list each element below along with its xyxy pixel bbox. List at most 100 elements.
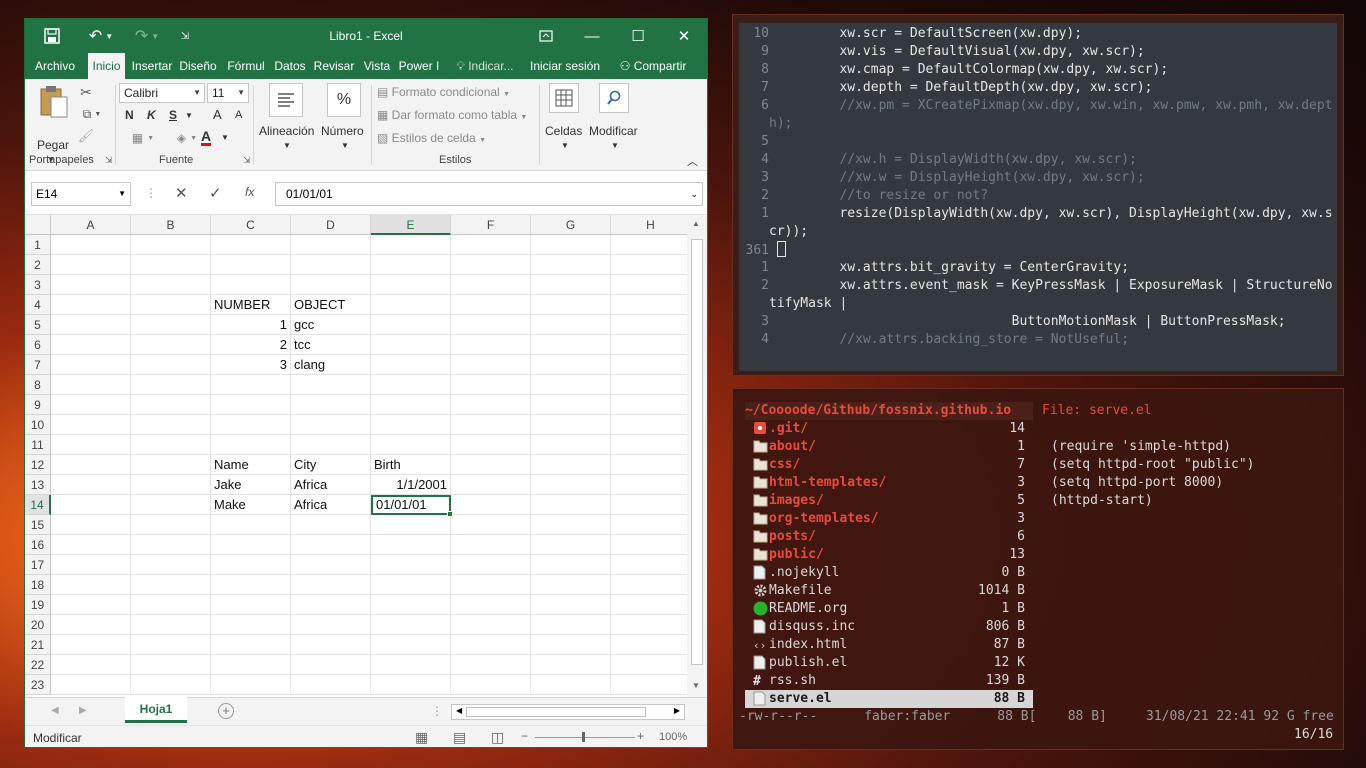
cell-f1[interactable] — [451, 235, 531, 255]
cell-c17[interactable] — [211, 555, 291, 575]
cell-c3[interactable] — [211, 275, 291, 295]
cell-a14[interactable] — [51, 495, 131, 515]
paste-label[interactable]: Pegar — [37, 138, 69, 152]
cells-dropdown-icon[interactable]: ▼ — [561, 141, 569, 150]
cell-h11[interactable] — [611, 435, 687, 455]
cell-g17[interactable] — [531, 555, 611, 575]
column-header-g[interactable]: G — [531, 215, 611, 235]
cell-a3[interactable] — [51, 275, 131, 295]
cell-h21[interactable] — [611, 635, 687, 655]
search-icon[interactable] — [599, 83, 629, 113]
row-header-18[interactable]: 18 — [25, 575, 51, 595]
cell-e2[interactable] — [371, 255, 451, 275]
cells-icon[interactable] — [549, 83, 579, 113]
cell-d8[interactable] — [291, 375, 371, 395]
zoom-slider[interactable] — [535, 737, 635, 738]
conditional-format-button[interactable]: ▤ Formato condicional ▼ — [377, 85, 510, 99]
row-header-13[interactable]: 13 — [25, 475, 51, 495]
cell-h9[interactable] — [611, 395, 687, 415]
column-header-f[interactable]: F — [451, 215, 531, 235]
cell-a22[interactable] — [51, 655, 131, 675]
cell-h20[interactable] — [611, 615, 687, 635]
cell-g18[interactable] — [531, 575, 611, 595]
row-header-9[interactable]: 9 — [25, 395, 51, 415]
cell-f14[interactable] — [451, 495, 531, 515]
cell-f21[interactable] — [451, 635, 531, 655]
cell-g2[interactable] — [531, 255, 611, 275]
page-layout-icon[interactable]: ▤ — [453, 729, 466, 746]
zoom-in-icon[interactable]: + — [637, 729, 644, 743]
copy-icon[interactable]: ⧉ ▼ — [77, 105, 107, 123]
cell-a17[interactable] — [51, 555, 131, 575]
cell-d4[interactable]: OBJECT — [291, 295, 371, 315]
cell-f23[interactable] — [451, 675, 531, 695]
cell-a11[interactable] — [51, 435, 131, 455]
insert-function-icon[interactable]: fx — [245, 185, 254, 199]
cell-g4[interactable] — [531, 295, 611, 315]
cell-c2[interactable] — [211, 255, 291, 275]
tab-datos[interactable]: Datos — [273, 53, 307, 79]
horizontal-scrollbar[interactable]: ◀ ▶ — [451, 704, 685, 720]
format-painter-icon[interactable]: 🖌︎ — [77, 127, 95, 145]
row-header-6[interactable]: 6 — [25, 335, 51, 355]
cell-f19[interactable] — [451, 595, 531, 615]
row-header-19[interactable]: 19 — [25, 595, 51, 615]
bold-button[interactable]: N — [125, 108, 134, 122]
scroll-left-icon[interactable]: ◀ — [456, 706, 462, 715]
borders-icon[interactable]: ▦ ▼ — [123, 129, 163, 147]
cell-a10[interactable] — [51, 415, 131, 435]
cell-f10[interactable] — [451, 415, 531, 435]
cell-e14[interactable]: 01/01/01 — [371, 495, 451, 515]
tab-vista[interactable]: Vista — [361, 53, 393, 79]
cell-e18[interactable] — [371, 575, 451, 595]
file-entry[interactable]: html-templates/3 — [745, 474, 1033, 492]
cell-b3[interactable] — [131, 275, 211, 295]
zoom-level[interactable]: 100% — [659, 731, 687, 743]
cell-a20[interactable] — [51, 615, 131, 635]
cell-c1[interactable] — [211, 235, 291, 255]
cell-b16[interactable] — [131, 535, 211, 555]
cell-e10[interactable] — [371, 415, 451, 435]
cell-c16[interactable] — [211, 535, 291, 555]
cell-f12[interactable] — [451, 455, 531, 475]
modify-dropdown-icon[interactable]: ▼ — [611, 141, 619, 150]
scroll-right-icon[interactable]: ▶ — [674, 706, 680, 715]
vertical-scrollbar[interactable]: ▲ ▼ — [687, 215, 707, 697]
row-header-14[interactable]: 14 — [25, 495, 51, 515]
cell-f8[interactable] — [451, 375, 531, 395]
cell-f9[interactable] — [451, 395, 531, 415]
hscroll-thumb[interactable] — [466, 707, 646, 717]
ribbon-display-icon[interactable] — [523, 19, 569, 53]
file-entry[interactable]: README.org 1 B — [745, 600, 1033, 618]
cell-a8[interactable] — [51, 375, 131, 395]
cell-f13[interactable] — [451, 475, 531, 495]
cancel-icon[interactable]: ✕ — [175, 184, 188, 202]
cell-g23[interactable] — [531, 675, 611, 695]
cell-f20[interactable] — [451, 615, 531, 635]
cell-g12[interactable] — [531, 455, 611, 475]
cell-h19[interactable] — [611, 595, 687, 615]
row-header-7[interactable]: 7 — [25, 355, 51, 375]
close-button[interactable]: ✕ — [661, 19, 707, 53]
cell-h1[interactable] — [611, 235, 687, 255]
fill-handle[interactable] — [447, 511, 453, 517]
cell-b4[interactable] — [131, 295, 211, 315]
cell-e9[interactable] — [371, 395, 451, 415]
cell-b11[interactable] — [131, 435, 211, 455]
underline-button[interactable]: S — [169, 108, 177, 122]
spreadsheet-grid[interactable]: A B C D E F G H 1 2 3 4 NUMBER OBJECT 5 1 gcc 6 2 tcc 7 3 clan… — [25, 215, 687, 697]
cell-e1[interactable] — [371, 235, 451, 255]
tab-diseno[interactable]: Diseño — [177, 53, 219, 79]
cell-e19[interactable] — [371, 595, 451, 615]
cell-d19[interactable] — [291, 595, 371, 615]
cell-c22[interactable] — [211, 655, 291, 675]
minimize-button[interactable]: — — [569, 19, 615, 53]
column-header-c[interactable]: C — [211, 215, 291, 235]
font-color-dropdown-icon[interactable]: ▼ — [221, 133, 229, 142]
cell-a6[interactable] — [51, 335, 131, 355]
cell-d6[interactable]: tcc — [291, 335, 371, 355]
alignment-label[interactable]: Alineación — [259, 124, 314, 138]
cell-d15[interactable] — [291, 515, 371, 535]
cell-b22[interactable] — [131, 655, 211, 675]
cell-f16[interactable] — [451, 535, 531, 555]
